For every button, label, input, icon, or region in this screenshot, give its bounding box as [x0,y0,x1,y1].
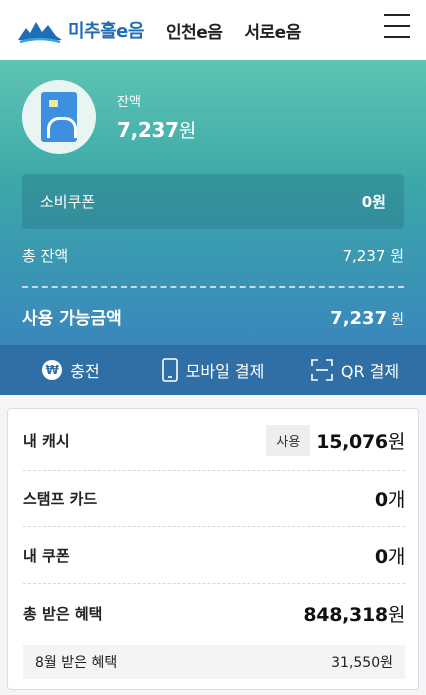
logo-icon [18,22,62,44]
divider [23,526,405,527]
divider [22,286,404,288]
available-amount-row: 사용 가능금액 7,237 원 [22,304,404,329]
available-value: 7,237 원 [330,308,404,329]
monthly-benefit-row: 8월 받은 혜택 31,550원 [23,645,405,679]
monthly-benefit-value: 31,550원 [331,655,393,671]
balance-hero: 잔액 7,237원 소비쿠폰 0원 총 잔액 7,237 원 사용 가능금액 7… [0,60,426,345]
total-benefit-row[interactable]: 총 받은 혜택 848,318원 [23,600,405,627]
balance-label: 잔액 [117,95,141,110]
qr-scan-icon [311,359,333,381]
benefit-summary-panel: 내 캐시 사용 15,076원 스탬프 카드 0개 내 쿠폰 0개 총 받은 혜… [7,408,419,690]
mobile-pay-button[interactable]: 모바일 결제 [142,358,284,382]
stamp-card-row[interactable]: 스탬프 카드 0개 [23,485,405,512]
my-cash-row[interactable]: 내 캐시 사용 15,076원 [23,425,405,456]
qr-pay-button[interactable]: QR 결제 [284,358,426,382]
stamp-card-value: 0개 [374,489,405,511]
consumption-coupon-box[interactable]: 소비쿠폰 0원 [22,174,404,229]
mobile-pay-label: 모바일 결제 [185,362,265,381]
won-icon: ₩ [42,360,63,380]
my-coupon-value: 0개 [374,546,405,568]
divider [23,470,405,471]
my-cash-value: 15,076원 [316,431,405,453]
card-icon [41,92,77,142]
total-balance-value: 7,237 원 [342,247,404,265]
coupon-value: 0원 [361,193,386,211]
coupon-label: 소비쿠폰 [40,193,96,211]
my-cash-label: 내 캐시 [23,432,70,450]
charge-label: 충전 [70,362,100,381]
nav-seoro[interactable]: 서로e음 [244,18,301,43]
total-balance-row: 총 잔액 7,237 원 [22,245,404,266]
total-balance-label: 총 잔액 [22,247,69,265]
hamburger-icon[interactable] [384,14,410,38]
charge-button[interactable]: ₩ 충전 [0,358,142,382]
divider [23,583,405,584]
phone-icon [161,358,178,382]
card-image[interactable] [22,80,96,154]
total-benefit-value: 848,318원 [303,604,405,626]
balance-amount: 7,237원 [117,118,196,142]
stamp-card-label: 스탬프 카드 [23,490,98,508]
top-bar: 미추홀e음 인천e음 서로e음 [0,0,426,60]
monthly-benefit-label: 8월 받은 혜택 [35,655,118,671]
my-coupon-label: 내 쿠폰 [23,547,70,565]
brand-name: 미추홀e음 [68,21,144,42]
qr-pay-label: QR 결제 [340,362,400,381]
my-coupon-row[interactable]: 내 쿠폰 0개 [23,542,405,569]
brand-logo[interactable]: 미추홀e음 [16,16,144,44]
total-benefit-label: 총 받은 혜택 [23,605,103,623]
use-cash-button[interactable]: 사용 [266,425,311,456]
action-bar: ₩ 충전 모바일 결제 QR 결제 [0,345,426,395]
nav-incheon[interactable]: 인천e음 [166,18,223,43]
available-label: 사용 가능금액 [22,309,122,329]
